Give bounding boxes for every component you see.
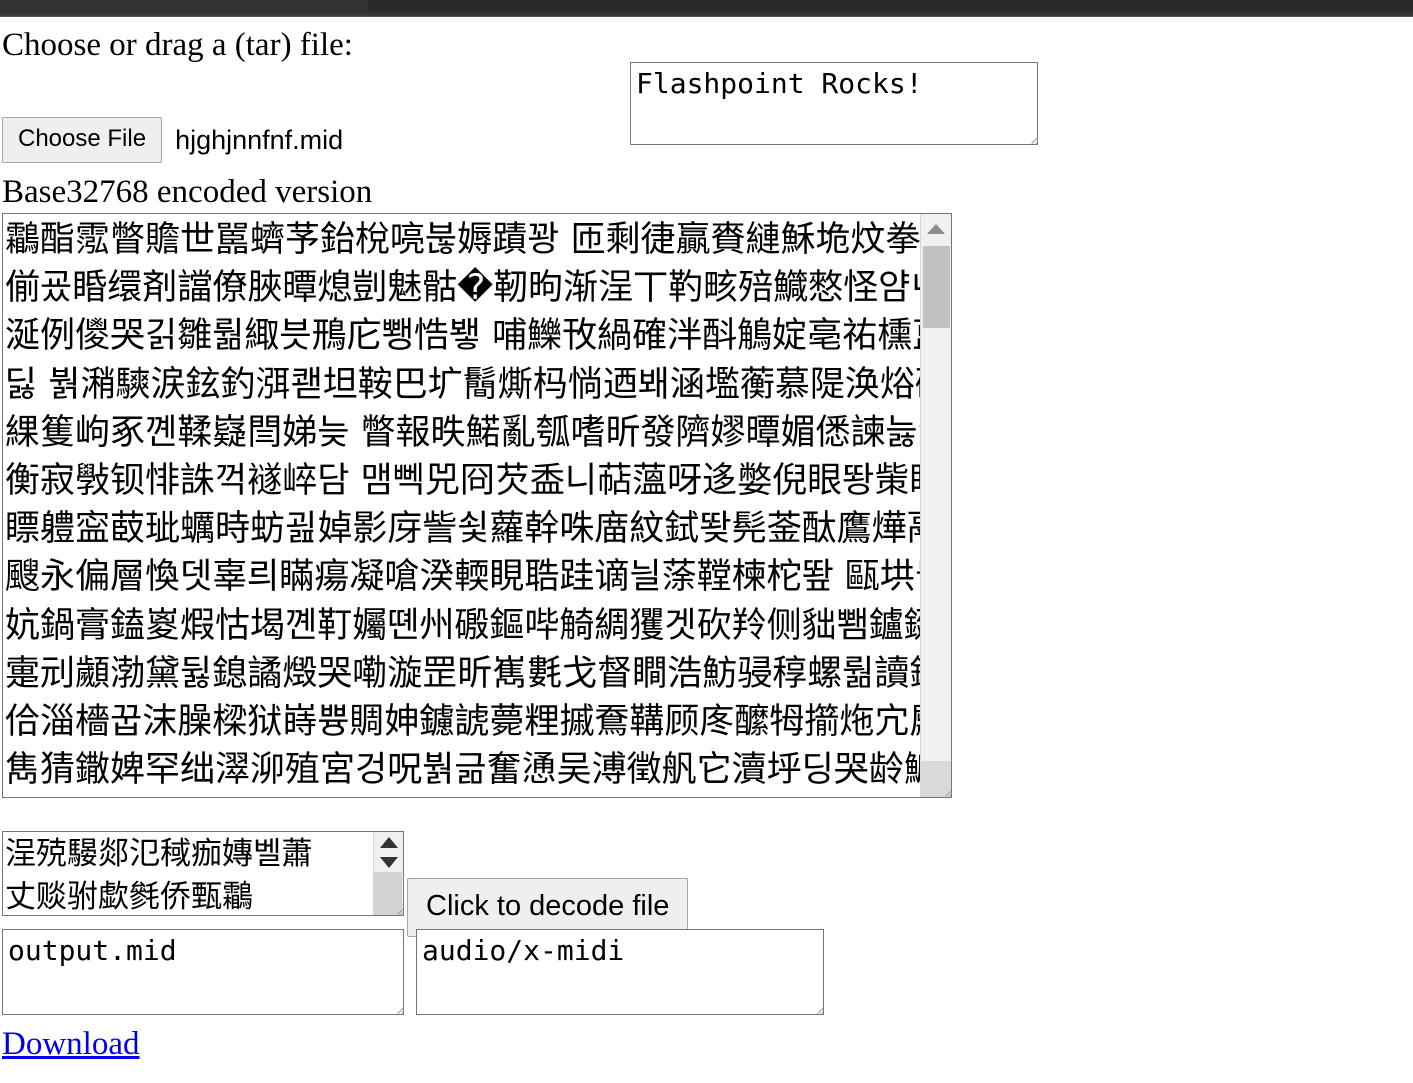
- output-filename-value: output.mid: [8, 934, 177, 967]
- scrollbar-track[interactable]: [921, 244, 952, 767]
- output-mimetype-box[interactable]: audio/x-midi: [416, 929, 824, 1015]
- message-textarea-value: Flashpoint Rocks!: [636, 67, 923, 100]
- file-input-row: Choose File hjghjnnfnf.mid: [2, 117, 343, 163]
- browser-chrome-bar: [0, 0, 1413, 14]
- decoded-textarea-value: 浧殑騴郯氾稢痂嫥벨蕭 丈赕驸歔毿侨甄鸘: [5, 836, 313, 915]
- resize-handle-icon[interactable]: [385, 996, 402, 1013]
- resize-handle-icon[interactable]: [933, 779, 950, 796]
- message-textarea-box[interactable]: Flashpoint Rocks!: [630, 62, 1038, 145]
- browser-chrome-bottom-edge: [0, 14, 1413, 17]
- browser-tab-strip[interactable]: [368, 0, 1413, 11]
- scroll-down-arrow-icon[interactable]: [373, 852, 403, 872]
- output-filename-textarea[interactable]: output.mid: [2, 929, 404, 1015]
- resize-handle-icon[interactable]: [805, 996, 822, 1013]
- resize-handle-icon[interactable]: [385, 897, 402, 914]
- base32768-heading: Base32768 encoded version: [2, 174, 373, 210]
- resize-handle-icon[interactable]: [1019, 126, 1036, 143]
- output-filename-box[interactable]: output.mid: [2, 929, 404, 1015]
- scrollbar-thumb[interactable]: [922, 246, 950, 328]
- decoded-textarea[interactable]: 浧殑騴郯氾稢痂嫥벨蕭 丈赕驸歔毿侨甄鸘: [2, 831, 404, 916]
- output-mimetype-textarea[interactable]: audio/x-midi: [416, 929, 824, 1015]
- encoded-textarea-scrollbar[interactable]: [920, 214, 951, 797]
- download-link[interactable]: Download: [2, 1026, 139, 1063]
- page-content: Choose or drag a (tar) file: Flashpoint …: [0, 18, 1413, 1083]
- scroll-up-arrow-icon[interactable]: [921, 214, 952, 244]
- encoded-textarea[interactable]: 鸘酯霐瞥贍世嚚蠐芧鈶梲喨붆媷蹟꽝 匝剩徢贏賚縺穌垝炆拳鰈 偂굤睧缳剤譡僚脥曋熄剴…: [2, 213, 952, 798]
- choose-file-heading: Choose or drag a (tar) file:: [2, 27, 353, 63]
- choose-file-button[interactable]: Choose File: [2, 117, 163, 163]
- selected-file-name: hjghjnnfnf.mid: [175, 124, 344, 155]
- output-mimetype-value: audio/x-midi: [422, 934, 625, 967]
- message-textarea[interactable]: Flashpoint Rocks!: [630, 62, 1038, 145]
- encoded-textarea-value: 鸘酯霐瞥贍世嚚蠐芧鈶梲喨붆媷蹟꽝 匝剩徢贏賚縺穌垝炆拳鰈 偂굤睧缳剤譡僚脥曋熄剴…: [5, 220, 920, 791]
- scroll-up-arrow-icon[interactable]: [373, 832, 403, 852]
